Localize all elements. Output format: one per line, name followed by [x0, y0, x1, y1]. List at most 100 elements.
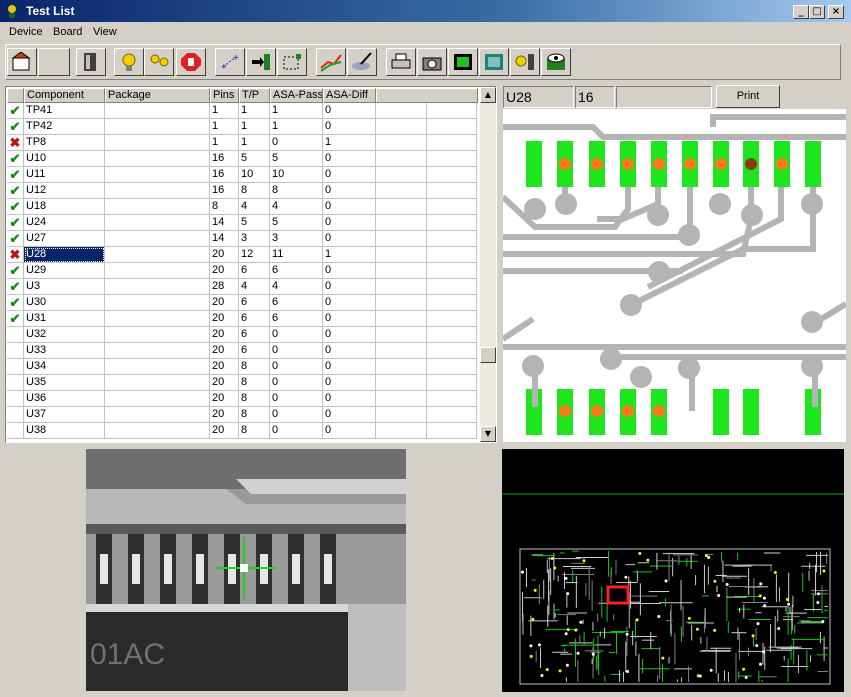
asa-diff-cell[interactable]: 0 [323, 119, 376, 135]
asa-diff-cell[interactable]: 0 [323, 103, 376, 119]
asa-pass-cell[interactable]: 3 [270, 231, 323, 247]
properties-button[interactable] [7, 48, 37, 76]
pins-cell[interactable]: 20 [210, 263, 239, 279]
column-header-status[interactable] [7, 88, 24, 103]
component-cell[interactable]: TP41 [24, 103, 105, 119]
component-cell[interactable]: U37 [24, 407, 105, 423]
asa-diff-cell[interactable]: 0 [323, 199, 376, 215]
tp-cell[interactable]: 6 [239, 295, 270, 311]
extra-cell[interactable] [376, 247, 427, 263]
extra-cell[interactable] [376, 119, 427, 135]
table-row[interactable]: ✔ U11 16 10 10 0 [7, 167, 477, 183]
tp-cell[interactable]: 6 [239, 263, 270, 279]
tp-cell[interactable]: 8 [239, 407, 270, 423]
extra-cell[interactable] [376, 103, 427, 119]
extra-cell[interactable] [376, 135, 427, 151]
package-cell[interactable] [105, 423, 210, 439]
asa-pass-cell[interactable]: 6 [270, 295, 323, 311]
asa-pass-cell[interactable]: 0 [270, 423, 323, 439]
two-lamps-button[interactable] [144, 48, 174, 76]
table-row[interactable]: U34 20 8 0 0 [7, 359, 477, 375]
package-cell[interactable] [105, 311, 210, 327]
column-header-asa-pass[interactable]: ASA-Pass [270, 88, 323, 103]
pins-cell[interactable]: 16 [210, 167, 239, 183]
extra-cell[interactable] [376, 407, 427, 423]
scroll-down-button[interactable]: ▼ [480, 426, 496, 442]
menu-device[interactable]: Device [9, 26, 43, 38]
column-header-extra[interactable] [376, 88, 478, 103]
asa-pass-cell[interactable]: 4 [270, 279, 323, 295]
asa-pass-cell[interactable]: 8 [270, 183, 323, 199]
table-row[interactable]: ✔ U10 16 5 5 0 [7, 151, 477, 167]
extra-cell[interactable] [427, 103, 477, 119]
extra-cell[interactable] [376, 231, 427, 247]
asa-pass-cell[interactable]: 0 [270, 407, 323, 423]
asa-diff-cell[interactable]: 0 [323, 327, 376, 343]
tp-cell[interactable]: 8 [239, 423, 270, 439]
add-points-button[interactable]: + + [215, 48, 245, 76]
status-cell[interactable]: ✔ [7, 311, 24, 327]
camera-view[interactable]: 01AC [86, 449, 406, 691]
table-row[interactable]: U37 20 8 0 0 [7, 407, 477, 423]
asa-diff-cell[interactable]: 0 [323, 263, 376, 279]
asa-pass-cell[interactable]: 11 [270, 247, 323, 263]
pins-cell[interactable]: 20 [210, 423, 239, 439]
asa-diff-cell[interactable]: 0 [323, 343, 376, 359]
status-cell[interactable]: ✔ [7, 295, 24, 311]
asa-diff-cell[interactable]: 0 [323, 423, 376, 439]
status-cell[interactable]: ✔ [7, 231, 24, 247]
pins-cell[interactable]: 20 [210, 327, 239, 343]
extra-cell[interactable] [427, 231, 477, 247]
tp-cell[interactable]: 6 [239, 311, 270, 327]
component-button[interactable] [76, 48, 106, 76]
component-cell[interactable]: U31 [24, 311, 105, 327]
asa-pass-cell[interactable]: 6 [270, 311, 323, 327]
asa-diff-cell[interactable]: 0 [323, 407, 376, 423]
status-cell[interactable] [7, 327, 24, 343]
status-cell[interactable] [7, 359, 24, 375]
component-cell[interactable]: U29 [24, 263, 105, 279]
tp-cell[interactable]: 8 [239, 375, 270, 391]
package-cell[interactable] [105, 407, 210, 423]
scroll-up-button[interactable]: ▲ [480, 87, 496, 103]
extra-cell[interactable] [376, 391, 427, 407]
extra-cell[interactable] [376, 359, 427, 375]
table-row[interactable]: ✖ U28 20 12 11 1 [7, 247, 477, 263]
pins-cell[interactable]: 20 [210, 295, 239, 311]
tp-cell[interactable]: 4 [239, 199, 270, 215]
table-row[interactable]: ✔ U29 20 6 6 0 [7, 263, 477, 279]
pins-cell[interactable]: 16 [210, 183, 239, 199]
pins-cell[interactable]: 1 [210, 135, 239, 151]
pins-cell[interactable]: 20 [210, 407, 239, 423]
status-cell[interactable]: ✔ [7, 119, 24, 135]
package-cell[interactable] [105, 343, 210, 359]
extra-cell[interactable] [376, 167, 427, 183]
asa-diff-cell[interactable]: 1 [323, 247, 376, 263]
asa-diff-cell[interactable]: 0 [323, 311, 376, 327]
asa-diff-cell[interactable]: 0 [323, 295, 376, 311]
component-cell[interactable]: TP8 [24, 135, 105, 151]
component-cell[interactable]: U36 [24, 391, 105, 407]
package-cell[interactable] [105, 215, 210, 231]
asa-pass-cell[interactable]: 0 [270, 135, 323, 151]
print-button[interactable] [386, 48, 416, 76]
status-cell[interactable]: ✔ [7, 151, 24, 167]
component-cell[interactable]: U10 [24, 151, 105, 167]
table-row[interactable]: U36 20 8 0 0 [7, 391, 477, 407]
status-cell[interactable]: ✔ [7, 215, 24, 231]
table-row[interactable]: U33 20 6 0 0 [7, 343, 477, 359]
tp-cell[interactable]: 10 [239, 167, 270, 183]
move-in-button[interactable] [246, 48, 276, 76]
component-cell[interactable]: U32 [24, 327, 105, 343]
asa-diff-cell[interactable]: 0 [323, 231, 376, 247]
table-row[interactable]: U38 20 8 0 0 [7, 423, 477, 439]
component-cell[interactable]: U24 [24, 215, 105, 231]
package-cell[interactable] [105, 103, 210, 119]
extra-cell[interactable] [427, 151, 477, 167]
package-cell[interactable] [105, 199, 210, 215]
package-cell[interactable] [105, 119, 210, 135]
package-cell[interactable] [105, 295, 210, 311]
component-cell[interactable]: U38 [24, 423, 105, 439]
probe-button[interactable] [347, 48, 377, 76]
package-cell[interactable] [105, 135, 210, 151]
